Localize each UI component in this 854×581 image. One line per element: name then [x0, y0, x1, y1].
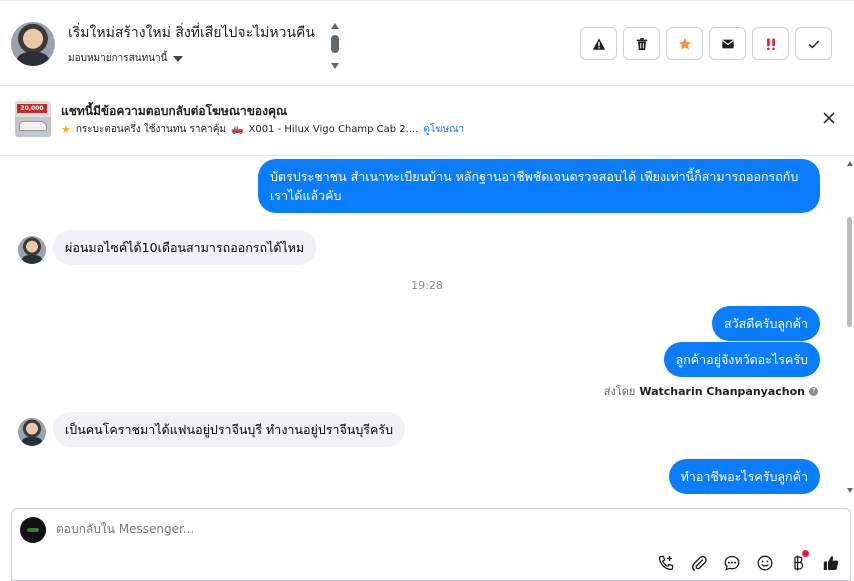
thread-scrollbar[interactable] — [846, 157, 854, 507]
star-icon — [678, 37, 691, 50]
message-outgoing[interactable]: ทำอาชีพอะไรครับลูกค้า — [668, 459, 820, 494]
exclamation-icon — [766, 37, 775, 50]
message-incoming[interactable]: ผ่อนมอไซค์ได้10เดือนสามารถออกรถได้ไหม — [53, 230, 317, 265]
scroll-down-icon[interactable] — [331, 63, 339, 69]
emoji-icon — [757, 555, 772, 570]
conversation-header: เริ่มใหม่สร้างใหม่ สิ่งที่เสียไปจะไม่หวน… — [0, 0, 854, 86]
scroll-up-icon[interactable] — [331, 23, 339, 29]
message-outgoing[interactable]: ลูกค้าอยู่จังหวัดอะไรครับ — [663, 342, 820, 377]
caret-down-icon — [173, 55, 184, 62]
contact-avatar[interactable] — [11, 22, 55, 66]
like-button[interactable] — [821, 553, 840, 572]
view-ad-link[interactable]: ดูโฆษณา — [423, 122, 464, 137]
like-icon — [823, 555, 838, 570]
message-outgoing[interactable]: บัตรประชาชน สำเนาทะเบียนบ้าน หลักฐานอาชี… — [258, 159, 820, 213]
sender-name: Watcharin Chanpanyachon — [639, 384, 805, 398]
call-icon — [658, 555, 673, 570]
message-timestamp: 19:28 — [411, 279, 443, 292]
assign-conversation-dropdown[interactable]: มอบหมายการสนทนานี้ — [68, 51, 184, 66]
message-outgoing[interactable]: สวัสดีครับลูกค้า — [711, 306, 820, 341]
report-button[interactable] — [580, 27, 617, 60]
attach-button[interactable] — [689, 553, 708, 572]
truck-icon: 🛻 — [231, 124, 244, 135]
message-incoming[interactable]: เป็นคนโคราชมาได้แฟนอยู่ปราจีนบุรี ทำงานอ… — [53, 412, 406, 447]
sent-by-info: ส่งโดย Watcharin Chanpanyachon ? — [604, 382, 818, 400]
ad-banner-title: แชทนี้มีข้อความตอบกลับต่อโฆษณาของคุณ — [61, 104, 288, 118]
saved-reply-icon — [724, 555, 739, 571]
warning-icon — [592, 37, 605, 50]
ad-price-tag: 20,000 — [17, 104, 47, 113]
mark-unread-button[interactable] — [709, 27, 746, 60]
notification-dot — [802, 550, 809, 557]
envelope-icon — [721, 39, 734, 48]
star-icon: ★ — [61, 123, 71, 136]
message-composer — [11, 508, 851, 581]
car-image — [19, 121, 47, 131]
scroll-thumb[interactable] — [331, 35, 339, 53]
ad-thumbnail[interactable]: 20,000 — [15, 101, 51, 137]
payment-button[interactable] — [788, 550, 809, 572]
contact-avatar-small[interactable] — [18, 418, 46, 446]
reply-input[interactable] — [56, 522, 556, 536]
help-icon[interactable]: ? — [809, 386, 818, 396]
page-avatar — [20, 517, 46, 543]
scroll-down-icon[interactable] — [847, 488, 853, 493]
saved-replies-button[interactable] — [722, 553, 741, 572]
mark-done-button[interactable] — [795, 27, 832, 60]
composer-tools — [656, 550, 840, 572]
conversation-toolbar — [580, 27, 832, 60]
priority-button[interactable] — [752, 27, 789, 60]
message-thread[interactable]: บัตรประชาชน สำเนาทะเบียนบ้าน หลักฐานอาชี… — [0, 157, 854, 507]
check-icon — [808, 39, 819, 48]
attachment-icon — [691, 555, 707, 571]
contact-name[interactable]: เริ่มใหม่สร้างใหม่ สิ่งที่เสียไปจะไม่หวน… — [68, 22, 315, 44]
star-button[interactable] — [666, 27, 703, 60]
scroll-up-icon[interactable] — [847, 161, 853, 166]
delete-button[interactable] — [623, 27, 660, 60]
trash-icon — [636, 37, 647, 50]
ad-meta: ★ กระบะตอนครึ่ง ใช้งานทน ราคาคุ้ม 🛻 X001… — [61, 122, 464, 137]
close-icon[interactable] — [822, 111, 836, 125]
call-button[interactable] — [656, 553, 675, 572]
ad-reply-banner: 20,000 แชทนี้มีข้อความตอบกลับต่อโฆษณาของ… — [0, 86, 854, 156]
ad-caption: กระบะตอนครึ่ง ใช้งานทน ราคาคุ้ม — [75, 124, 227, 135]
emoji-button[interactable] — [755, 553, 774, 572]
scroll-thumb[interactable] — [847, 217, 852, 327]
ad-product: X001 - Hilux Vigo Champ Cab 2.... — [248, 124, 419, 135]
assign-label: มอบหมายการสนทนานี้ — [68, 53, 168, 64]
title-scrollbar[interactable] — [330, 23, 340, 69]
sent-by-prefix: ส่งโดย — [603, 385, 636, 398]
contact-avatar-small[interactable] — [18, 236, 46, 264]
